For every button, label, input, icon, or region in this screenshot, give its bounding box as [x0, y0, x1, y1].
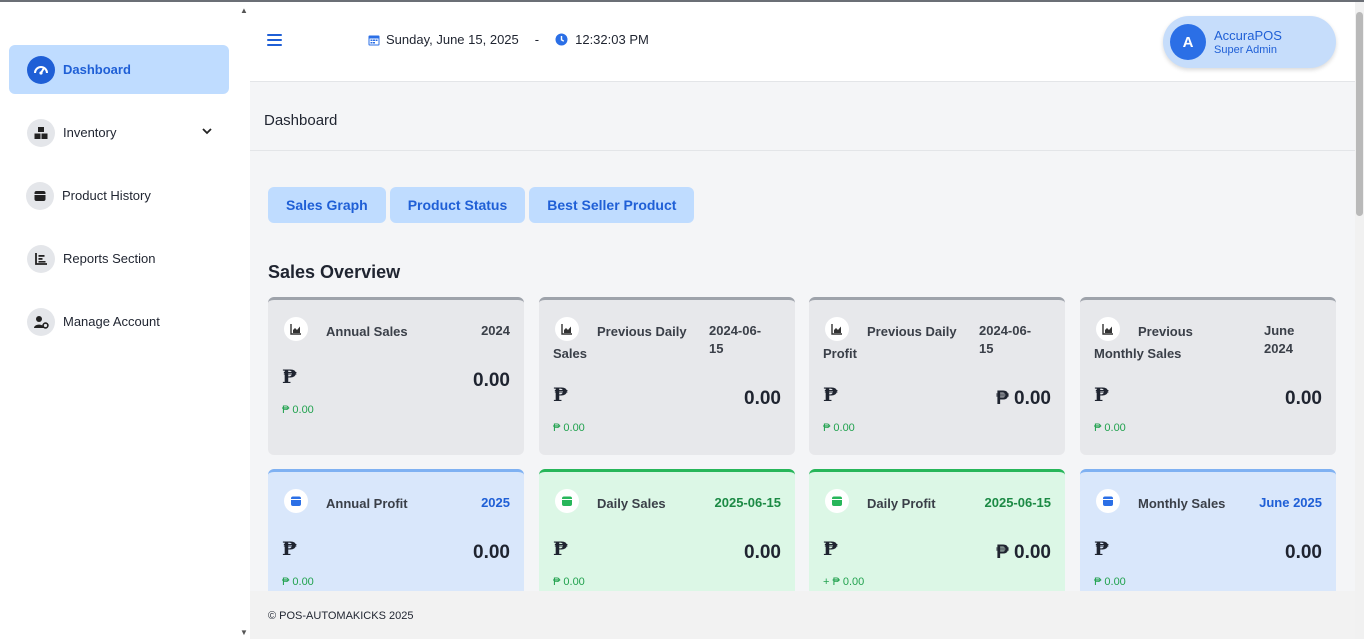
card-subvalue: ₱ 0.00 — [553, 576, 585, 588]
card-title: Previous Daily Profit — [823, 324, 957, 361]
footer: © POS-AUTOMAKICKS 2025 — [250, 591, 1355, 639]
card-period: 2024 — [481, 323, 510, 338]
tab-best-seller-product[interactable]: Best Seller Product — [529, 187, 695, 223]
card-previous-daily-sales: Previous Daily Sales 2024-06-15 ₱ 0.00 ₱… — [539, 297, 795, 455]
card-value: 0.00 — [1285, 388, 1322, 409]
card-subvalue: ₱ 0.00 — [553, 422, 585, 434]
card-title: Previous Daily Sales — [553, 324, 687, 361]
sidebar-item-inventory[interactable]: Inventory — [9, 108, 229, 157]
clock-icon — [555, 33, 568, 46]
user-gear-icon — [27, 307, 55, 336]
card-subvalue: + ₱ 0.00 — [823, 576, 865, 588]
card-title: Annual Profit — [326, 496, 408, 511]
peso-sign: ₱ — [823, 538, 839, 560]
sidebar-item-product-history[interactable]: Product History — [9, 171, 229, 220]
card-value: 0.00 — [473, 370, 510, 391]
calendar-icon — [368, 34, 380, 46]
chart-icon — [27, 244, 55, 273]
card-title: Daily Sales — [597, 496, 666, 511]
card-subvalue: ₱ 0.00 — [823, 422, 855, 434]
peso-sign: ₱ — [823, 384, 839, 406]
sidebar: ▲ Dashboard Inventory Product History Re… — [0, 2, 250, 639]
card-value: 0.00 — [744, 542, 781, 563]
sidebar-item-label: Reports Section — [63, 251, 156, 266]
card-period: June 2024 — [1264, 323, 1295, 356]
card-previous-monthly-sales: Previous Monthly Sales June 2024 ₱ 0.00 … — [1080, 297, 1336, 455]
peso-sign: ₱ — [553, 538, 569, 560]
peso-sign: ₱ — [1094, 538, 1110, 560]
user-role: Super Admin — [1214, 44, 1277, 56]
card-period: 2025-06-15 — [984, 495, 1052, 510]
card-title: Daily Profit — [867, 496, 936, 511]
card-subvalue: ₱ 0.00 — [282, 576, 314, 588]
peso-sign: ₱ — [1094, 384, 1110, 406]
user-name: AccuraPOS — [1214, 28, 1282, 43]
card-period: 2025 — [481, 495, 510, 510]
page-title-bar: Dashboard — [250, 83, 1355, 151]
page-scrollbar[interactable] — [1355, 2, 1364, 639]
date-time-display: Sunday, June 15, 2025 - 12:32:03 PM — [368, 32, 649, 47]
gauge-icon — [27, 55, 55, 84]
sidebar-scroll-up-arrow[interactable]: ▲ — [240, 6, 248, 15]
user-profile-menu[interactable]: A AccuraPOS Super Admin — [1163, 16, 1336, 68]
top-header: Sunday, June 15, 2025 - 12:32:03 PM A Ac… — [250, 2, 1355, 82]
current-date: Sunday, June 15, 2025 — [386, 32, 519, 47]
card-value: 0.00 — [1285, 542, 1322, 563]
tab-product-status[interactable]: Product Status — [389, 187, 526, 223]
scrollbar-thumb[interactable] — [1356, 12, 1363, 216]
card-subvalue: ₱ 0.00 — [282, 404, 314, 416]
card-title: Previous Monthly Sales — [1094, 324, 1193, 361]
card-value: 0.00 — [744, 388, 781, 409]
card-value: 0.00 — [473, 542, 510, 563]
chevron-down-icon[interactable] — [201, 124, 213, 142]
card-title: Annual Sales — [326, 324, 408, 339]
card-period: 2024-06-15 — [709, 323, 762, 356]
card-period: 2024-06-15 — [979, 323, 1032, 356]
sidebar-scroll-down-arrow[interactable]: ▼ — [240, 628, 248, 637]
sidebar-item-label: Inventory — [63, 125, 117, 140]
card-subvalue: ₱ 0.00 — [1094, 576, 1126, 588]
card-previous-daily-profit: Previous Daily Profit 2024-06-15 ₱ ₱ 0.0… — [809, 297, 1065, 455]
sidebar-item-reports-section[interactable]: Reports Section — [9, 234, 229, 283]
card-value: ₱ 0.00 — [996, 388, 1051, 409]
card-title: Monthly Sales — [1138, 496, 1226, 511]
peso-sign: ₱ — [282, 538, 298, 560]
sidebar-item-manage-account[interactable]: Manage Account — [9, 297, 229, 346]
section-title: Sales Overview — [268, 262, 401, 282]
avatar: A — [1170, 24, 1206, 60]
tab-sales-graph[interactable]: Sales Graph — [268, 187, 386, 223]
page-title: Dashboard — [264, 112, 338, 129]
card-period: 2025-06-15 — [714, 495, 782, 510]
sidebar-item-dashboard[interactable]: Dashboard — [9, 45, 229, 94]
peso-sign: ₱ — [553, 384, 569, 406]
hamburger-menu-icon[interactable] — [267, 34, 282, 46]
peso-sign: ₱ — [282, 366, 298, 388]
sidebar-item-label: Dashboard — [63, 62, 131, 77]
sidebar-item-label: Manage Account — [63, 314, 160, 329]
card-period: June 2025 — [1259, 495, 1322, 510]
current-time: 12:32:03 PM — [575, 32, 649, 47]
date-time-separator: - — [534, 32, 540, 47]
boxes-icon — [27, 118, 55, 147]
sidebar-item-label: Product History — [62, 188, 151, 203]
card-value: ₱ 0.00 — [996, 542, 1051, 563]
dashboard-tabs: Sales Graph Product Status Best Seller P… — [268, 187, 695, 223]
archive-icon — [26, 181, 54, 210]
card-subvalue: ₱ 0.00 — [1094, 422, 1126, 434]
footer-copyright: © POS-AUTOMAKICKS 2025 — [268, 610, 414, 622]
card-annual-sales: Annual Sales 2024 ₱ 0.00 ₱ 0.00 — [268, 297, 524, 455]
